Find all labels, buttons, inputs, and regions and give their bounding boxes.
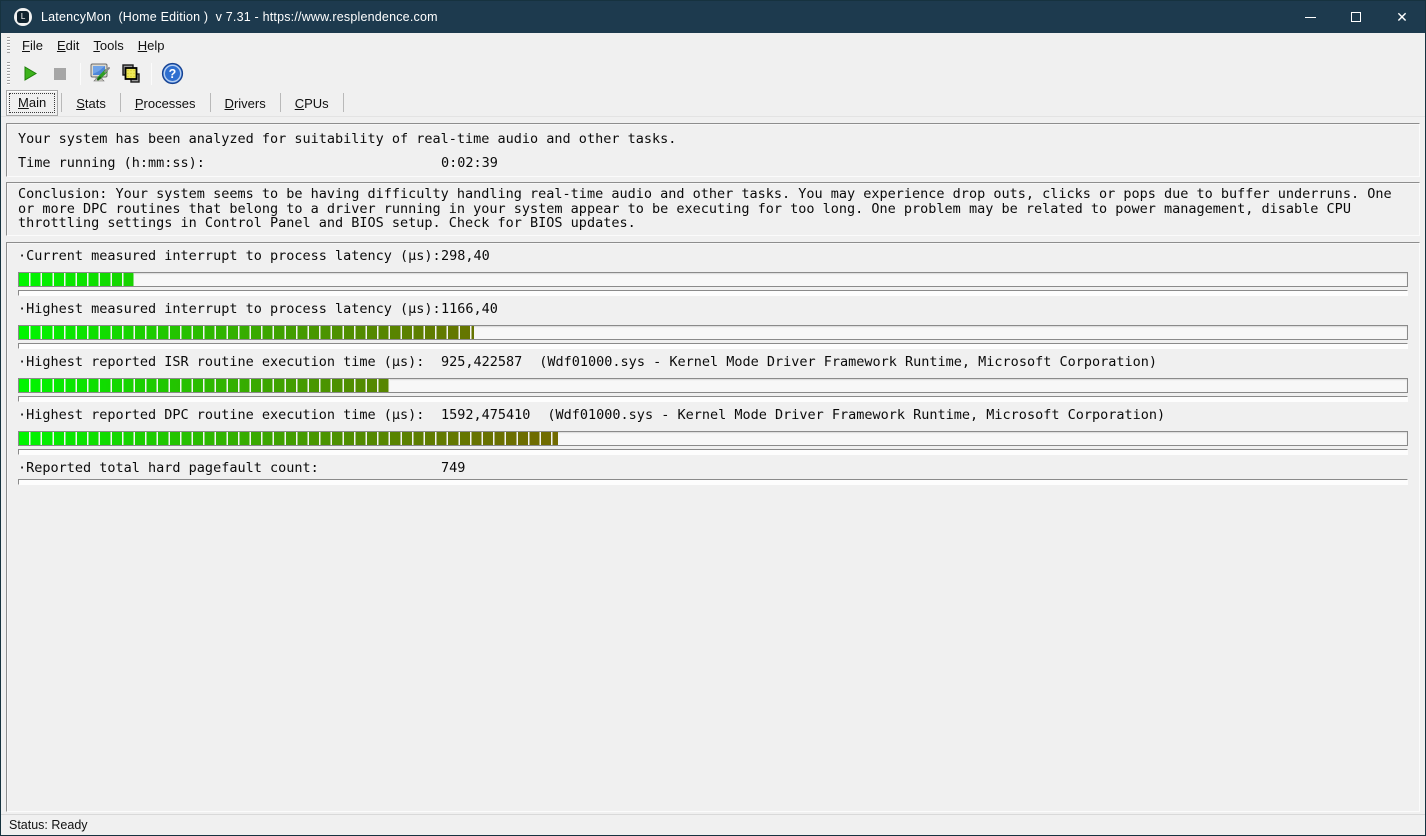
measurement-label: ·Reported total hard pagefault count: (18, 460, 441, 476)
minimize-icon (1305, 17, 1316, 18)
tab-separator (61, 93, 62, 112)
toolbar-separator (80, 63, 81, 85)
measurement-driver-info: (Wdf01000.sys - Kernel Mode Driver Frame… (539, 354, 1157, 370)
measurements-panel: ·Current measured interrupt to process l… (6, 242, 1420, 813)
time-running-label: Time running (h:mm:ss): (18, 155, 441, 171)
measurement-value: 1166,40 (441, 301, 498, 317)
stop-icon (53, 67, 67, 81)
measurement-row: ·Highest measured interrupt to process l… (18, 302, 1408, 349)
app-icon: L (14, 8, 32, 26)
copy-icon (120, 63, 142, 85)
menu-bar: File Edit Tools Help (1, 33, 1425, 57)
conclusion-text: Conclusion: Your system seems to be havi… (18, 187, 1408, 231)
analyze-drivers-button[interactable] (87, 61, 115, 87)
close-button[interactable]: ✕ (1379, 1, 1425, 33)
stop-monitor-button[interactable] (46, 61, 74, 87)
tab-main[interactable]: Main (6, 90, 58, 116)
window-title: LatencyMon (Home Edition ) v 7.31 - http… (41, 10, 438, 24)
measurement-label: ·Current measured interrupt to process l… (18, 248, 441, 264)
latencymon-logo-icon: L (17, 11, 29, 23)
secondary-bar (18, 290, 1408, 296)
svg-text:?: ? (168, 67, 176, 81)
tab-bar: Main Stats Processes Drivers CPUs (1, 90, 1425, 117)
toolbar-gripper[interactable] (7, 62, 10, 85)
measurement-value: 925,422587 (441, 354, 522, 370)
minimize-button[interactable] (1287, 1, 1333, 33)
latency-bar-fill (19, 379, 390, 392)
menu-help[interactable]: Help (131, 35, 172, 56)
copy-report-button[interactable] (117, 61, 145, 87)
monitor-screwdriver-icon (89, 62, 113, 86)
latency-bar (18, 325, 1408, 340)
menubar-gripper[interactable] (7, 37, 10, 54)
help-icon: ? (161, 62, 184, 85)
measurement-driver-info: (Wdf01000.sys - Kernel Mode Driver Frame… (547, 407, 1165, 423)
play-icon (22, 65, 39, 82)
toolbar: ? (1, 57, 1425, 90)
secondary-bar (18, 449, 1408, 455)
menu-file[interactable]: File (15, 35, 50, 56)
latency-bar (18, 378, 1408, 393)
tab-cpus[interactable]: CPUs (284, 92, 340, 116)
status-text: Status: Ready (9, 818, 88, 832)
start-monitor-button[interactable] (16, 61, 44, 87)
measurement-label: ·Highest reported DPC routine execution … (18, 407, 441, 423)
measurement-row: ·Highest reported DPC routine execution … (18, 408, 1408, 455)
time-running-value: 0:02:39 (441, 155, 498, 171)
toolbar-separator (151, 63, 152, 85)
title-bar: L LatencyMon (Home Edition ) v 7.31 - ht… (1, 1, 1425, 33)
close-icon: ✕ (1396, 10, 1408, 24)
tab-drivers[interactable]: Drivers (214, 92, 277, 116)
measurement-row: ·Reported total hard pagefault count: 74… (18, 461, 1408, 485)
measurement-label: ·Highest reported ISR routine execution … (18, 354, 441, 370)
conclusion-panel: Conclusion: Your system seems to be havi… (6, 182, 1420, 236)
secondary-bar (18, 396, 1408, 402)
tab-stats[interactable]: Stats (65, 92, 117, 116)
main-content: Your system has been analyzed for suitab… (1, 117, 1425, 814)
maximize-icon (1351, 12, 1361, 22)
status-bar: Status: Ready (1, 814, 1425, 835)
tab-separator (343, 93, 344, 112)
secondary-bar (18, 479, 1408, 485)
tab-separator (120, 93, 121, 112)
latency-bar (18, 272, 1408, 287)
latencymon-window: L LatencyMon (Home Edition ) v 7.31 - ht… (0, 0, 1426, 836)
tab-processes[interactable]: Processes (124, 92, 207, 116)
tab-separator (210, 93, 211, 112)
maximize-button[interactable] (1333, 1, 1379, 33)
measurement-value: 749 (441, 460, 465, 476)
menu-tools[interactable]: Tools (86, 35, 130, 56)
measurement-label: ·Highest measured interrupt to process l… (18, 301, 441, 317)
latency-bar-fill (19, 326, 474, 339)
analysis-headline: Your system has been analyzed for suitab… (18, 131, 1408, 147)
latency-bar (18, 431, 1408, 446)
tab-separator (280, 93, 281, 112)
measurement-value: 1592,475410 (441, 407, 530, 423)
menu-edit[interactable]: Edit (50, 35, 86, 56)
help-button[interactable]: ? (158, 61, 186, 87)
latency-bar-fill (19, 432, 558, 445)
measurement-row: ·Highest reported ISR routine execution … (18, 355, 1408, 402)
latency-bar-fill (19, 273, 134, 286)
measurement-row: ·Current measured interrupt to process l… (18, 249, 1408, 296)
analysis-panel: Your system has been analyzed for suitab… (6, 123, 1420, 177)
measurement-value: 298,40 (441, 248, 490, 264)
secondary-bar (18, 343, 1408, 349)
